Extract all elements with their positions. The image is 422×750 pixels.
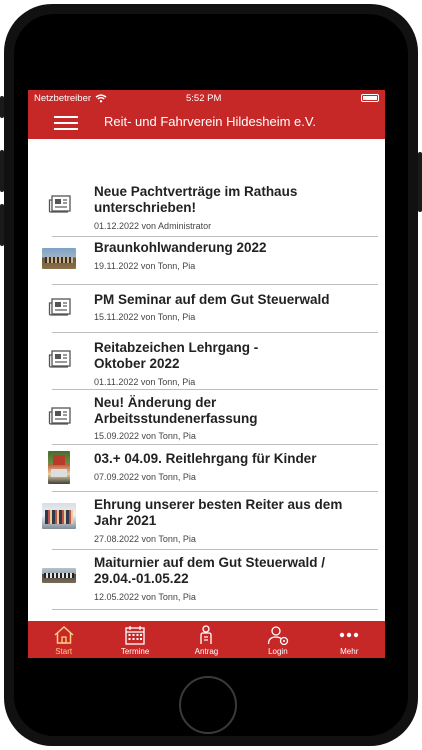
news-item[interactable]: Ehrung unserer besten Reiter aus dem Jah…: [28, 494, 385, 553]
news-meta: 15.09.2022 von Tonn, Pia: [94, 431, 196, 441]
news-item[interactable]: Neu! Änderung der Arbeitsstundenerfassun…: [28, 391, 385, 447]
divider: [52, 491, 378, 492]
news-meta: 01.11.2022 von Tonn, Pia: [94, 377, 196, 387]
clock: 5:52 PM: [186, 92, 222, 104]
newspaper-icon: [48, 350, 71, 368]
news-title: Neu! Änderung der Arbeitsstundenerfassun…: [94, 395, 258, 426]
tab-start[interactable]: Start: [29, 621, 99, 656]
home-button[interactable]: [179, 676, 237, 734]
tab-label: Login: [268, 647, 288, 656]
power-button: [418, 152, 422, 212]
home-icon: [54, 625, 74, 644]
divider: [52, 609, 378, 610]
news-item[interactable]: Braunkohlwanderung 2022 19.11.2022 von T…: [28, 239, 385, 286]
tab-mehr[interactable]: Mehr: [314, 621, 384, 656]
divider: [52, 236, 378, 237]
battery-icon: [361, 94, 379, 102]
tab-bar: Start Termine Antrag Login Mehr: [28, 621, 385, 658]
news-meta: 01.12.2022 von Administrator: [94, 221, 212, 231]
tab-label: Mehr: [340, 647, 359, 656]
tab-antrag[interactable]: Antrag: [171, 621, 241, 656]
divider: [52, 284, 378, 285]
news-meta: 07.09.2022 von Tonn, Pia: [94, 472, 196, 482]
calendar-icon: [125, 626, 145, 645]
tab-login[interactable]: Login: [243, 621, 313, 656]
news-meta: 12.05.2022 von Tonn, Pia: [94, 592, 196, 602]
tab-label: Termine: [120, 647, 150, 656]
news-meta: 27.08.2022 von Tonn, Pia: [94, 534, 196, 544]
news-item[interactable]: Maiturnier auf dem Gut Steuerwald / 29.0…: [28, 553, 385, 613]
divider: [52, 332, 378, 333]
newspaper-icon: [48, 407, 71, 425]
news-item[interactable]: 03.+ 04.09. Reitlehrgang für Kinder 07.0…: [28, 447, 385, 494]
news-meta: 19.11.2022 von Tonn, Pia: [94, 261, 196, 271]
tab-label: Antrag: [194, 647, 219, 656]
news-title: Maiturnier auf dem Gut Steuerwald / 29.0…: [94, 555, 326, 586]
news-title: Ehrung unserer besten Reiter aus dem Jah…: [94, 497, 343, 528]
news-item[interactable]: PM Seminar auf dem Gut Steuerwald 15.11.…: [28, 286, 385, 334]
news-title: Braunkohlwanderung 2022: [94, 240, 267, 255]
status-bar: Netzbetreiber 5:52 PM: [28, 90, 385, 106]
form-person-icon: [200, 625, 213, 644]
news-item[interactable]: Reitabzeichen Lehrgang - Oktober 2022 01…: [28, 334, 385, 391]
tab-label: Start: [55, 647, 73, 656]
tab-termine[interactable]: Termine: [100, 621, 170, 656]
nav-bar: Reit- und Fahrverein Hildesheim e.V.: [28, 106, 385, 139]
menu-icon[interactable]: [54, 116, 78, 130]
volume-down-button: [0, 204, 4, 246]
divider: [52, 549, 378, 550]
wifi-icon: [95, 93, 107, 102]
divider: [52, 389, 378, 390]
volume-up-button: [0, 150, 4, 192]
news-photo: [42, 248, 76, 269]
divider: [52, 444, 378, 445]
news-title: Neue Pachtverträge im Rathaus unterschri…: [94, 184, 298, 215]
newspaper-icon: [48, 298, 71, 316]
news-photo: [48, 451, 70, 484]
news-photo: [42, 503, 76, 529]
silent-switch: [0, 96, 4, 118]
carrier-label: Netzbetreiber: [34, 92, 92, 104]
news-list[interactable]: Neue Pachtverträge im Rathaus unterschri…: [28, 139, 385, 621]
user-icon: [267, 626, 289, 645]
news-item[interactable]: Neue Pachtverträge im Rathaus unterschri…: [28, 184, 385, 239]
news-meta: 15.11.2022 von Tonn, Pia: [94, 312, 196, 322]
news-photo: [42, 568, 76, 583]
app-title: Reit- und Fahrverein Hildesheim e.V.: [104, 114, 316, 129]
news-title: PM Seminar auf dem Gut Steuerwald: [94, 292, 330, 307]
more-icon: [340, 632, 359, 638]
app-screen: Netzbetreiber 5:52 PM Reit- und Fahrvere…: [28, 90, 385, 658]
news-title: 03.+ 04.09. Reitlehrgang für Kinder: [94, 451, 317, 466]
news-title: Reitabzeichen Lehrgang - Oktober 2022: [94, 340, 259, 371]
newspaper-icon: [48, 195, 71, 213]
